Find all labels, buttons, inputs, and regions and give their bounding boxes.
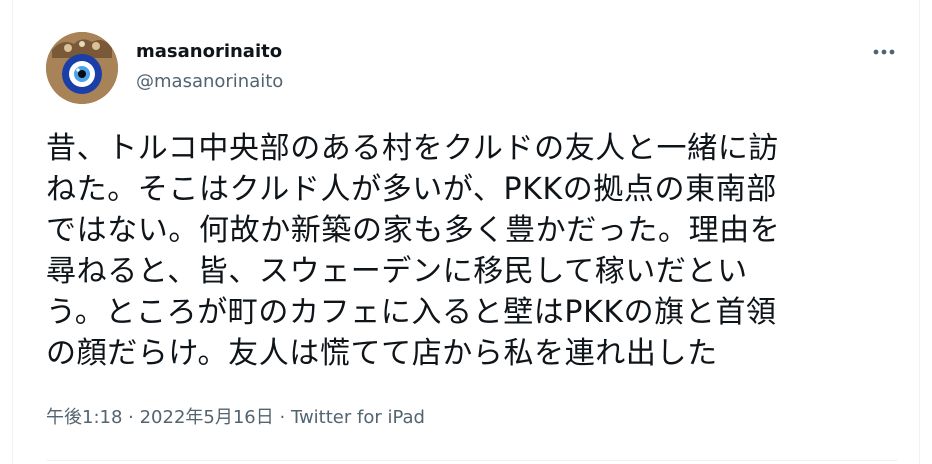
user-handle[interactable]: @masanorinaito — [136, 70, 283, 94]
meta-separator: · — [122, 407, 140, 428]
user-info: masanorinaito @masanorinaito — [136, 40, 283, 94]
more-horizontal-icon — [873, 49, 895, 55]
tweet-time[interactable]: 午後1:18 — [46, 407, 122, 428]
meta-separator: · — [273, 407, 291, 428]
avatar[interactable] — [46, 32, 118, 104]
tweet-date[interactable]: 2022年5月16日 — [140, 407, 274, 428]
more-options-button[interactable] — [870, 40, 898, 64]
timeline-left-border — [0, 0, 13, 464]
nazar-evil-eye-icon — [46, 32, 118, 104]
divider — [46, 460, 898, 461]
tweet-card: masanorinaito @masanorinaito 昔、トルコ中央部のある… — [0, 0, 932, 464]
tweet-text: 昔、トルコ中央部のある村をクルドの友人と一緒に訪 ねた。そこはクルド人が多いが、… — [46, 131, 781, 371]
tweet-source[interactable]: Twitter for iPad — [291, 407, 425, 428]
display-name[interactable]: masanorinaito — [136, 40, 283, 64]
tweet-metadata: 午後1:18 · 2022年5月16日 · Twitter for iPad — [46, 406, 425, 430]
timeline-right-border — [919, 0, 932, 464]
